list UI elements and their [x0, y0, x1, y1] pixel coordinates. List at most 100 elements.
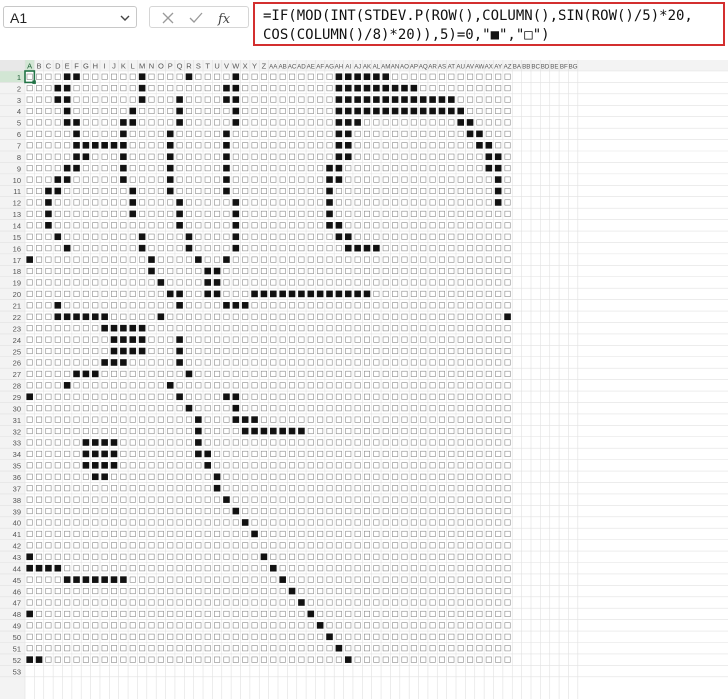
cell-empty-AA23[interactable]	[270, 325, 277, 332]
cell-empty-O40[interactable]	[157, 519, 164, 526]
cell-empty-AN15[interactable]	[392, 233, 399, 240]
cell-empty-L32[interactable]	[129, 428, 136, 435]
cell-empty-AY50[interactable]	[495, 633, 502, 640]
cell-empty-Y42[interactable]	[251, 542, 258, 549]
cell-empty-W36[interactable]	[232, 473, 239, 480]
cell-empty-AD45[interactable]	[298, 576, 305, 583]
cell-empty-AT37[interactable]	[448, 485, 455, 492]
cell-empty-AL32[interactable]	[373, 428, 380, 435]
cell-filled-AH3[interactable]	[335, 96, 343, 103]
cell-empty-AM45[interactable]	[382, 576, 389, 583]
cell-empty-L8[interactable]	[129, 153, 136, 160]
cell-empty-O34[interactable]	[157, 450, 164, 457]
cell-empty-AK18[interactable]	[364, 268, 371, 275]
cell-empty-AT14[interactable]	[448, 222, 455, 229]
cell-empty-AA25[interactable]	[270, 348, 277, 355]
cell-empty-AA31[interactable]	[270, 416, 277, 423]
cell-filled-G45[interactable]	[82, 576, 90, 583]
cell-empty-AD26[interactable]	[298, 359, 305, 366]
column-header[interactable]: AQ	[419, 64, 428, 71]
cell-empty-AN42[interactable]	[392, 542, 399, 549]
cell-empty-AX42[interactable]	[485, 542, 492, 549]
cell-empty-AW45[interactable]	[476, 576, 483, 583]
cell-empty-P27[interactable]	[167, 370, 174, 377]
cell-empty-AK36[interactable]	[364, 473, 371, 480]
cell-filled-E2[interactable]	[63, 84, 71, 92]
cell-empty-J44[interactable]	[111, 565, 118, 572]
cell-empty-AH41[interactable]	[335, 530, 342, 537]
cell-empty-AI35[interactable]	[345, 462, 352, 469]
cell-empty-AH33[interactable]	[335, 439, 342, 446]
cell-empty-AT21[interactable]	[448, 302, 455, 309]
cell-empty-AM7[interactable]	[382, 142, 389, 149]
cell-empty-F36[interactable]	[73, 473, 80, 480]
cell-filled-T19[interactable]	[204, 279, 212, 286]
cell-empty-D6[interactable]	[54, 130, 61, 137]
cell-empty-AC28[interactable]	[289, 382, 296, 389]
cell-empty-O44[interactable]	[157, 565, 164, 572]
cell-empty-AJ44[interactable]	[354, 565, 361, 572]
cell-empty-AV15[interactable]	[467, 233, 474, 240]
cell-empty-C25[interactable]	[45, 348, 52, 355]
cell-empty-B2[interactable]	[36, 85, 43, 92]
cell-empty-Y27[interactable]	[251, 370, 258, 377]
cell-empty-AB43[interactable]	[279, 553, 286, 560]
cell-empty-AJ6[interactable]	[354, 130, 361, 137]
cell-empty-AL42[interactable]	[373, 542, 380, 549]
cell-empty-AG38[interactable]	[326, 496, 333, 503]
cell-empty-AE35[interactable]	[307, 462, 314, 469]
cell-empty-E46[interactable]	[64, 588, 71, 595]
cell-empty-G31[interactable]	[82, 416, 89, 423]
cell-empty-AF35[interactable]	[317, 462, 324, 469]
cell-empty-D8[interactable]	[54, 153, 61, 160]
cell-filled-U37[interactable]	[213, 484, 221, 492]
cell-empty-N19[interactable]	[148, 279, 155, 286]
row-header[interactable]: 28	[13, 382, 21, 391]
cell-empty-AC5[interactable]	[289, 119, 296, 126]
cell-empty-O50[interactable]	[157, 633, 164, 640]
cell-empty-AM37[interactable]	[382, 485, 389, 492]
row-header[interactable]: 40	[13, 519, 21, 528]
cell-empty-U10[interactable]	[214, 176, 221, 183]
cell-empty-U41[interactable]	[214, 530, 221, 537]
cell-empty-G36[interactable]	[82, 473, 89, 480]
cell-empty-AC36[interactable]	[289, 473, 296, 480]
cell-empty-AS41[interactable]	[438, 530, 445, 537]
cell-empty-A49[interactable]	[26, 622, 33, 629]
cell-empty-O14[interactable]	[157, 222, 164, 229]
cell-empty-AT7[interactable]	[448, 142, 455, 149]
cell-empty-H37[interactable]	[92, 485, 99, 492]
cell-empty-R38[interactable]	[185, 496, 192, 503]
cell-empty-AO51[interactable]	[401, 645, 408, 652]
cell-empty-J43[interactable]	[111, 553, 118, 560]
cell-empty-Y33[interactable]	[251, 439, 258, 446]
cell-empty-AL44[interactable]	[373, 565, 380, 572]
cell-empty-AF43[interactable]	[317, 553, 324, 560]
cell-empty-AG24[interactable]	[326, 336, 333, 343]
cell-empty-AY34[interactable]	[495, 450, 502, 457]
cell-empty-AZ25[interactable]	[504, 348, 511, 355]
cell-empty-X51[interactable]	[242, 645, 249, 652]
cell-empty-D35[interactable]	[54, 462, 61, 469]
cell-empty-Q38[interactable]	[176, 496, 183, 503]
cell-empty-O8[interactable]	[157, 153, 164, 160]
cell-empty-A31[interactable]	[26, 416, 33, 423]
cell-empty-X36[interactable]	[242, 473, 249, 480]
cell-empty-AF24[interactable]	[317, 336, 324, 343]
cell-empty-W9[interactable]	[232, 165, 239, 172]
cell-empty-AN40[interactable]	[392, 519, 399, 526]
cell-filled-AB45[interactable]	[279, 576, 286, 583]
cell-empty-AW30[interactable]	[476, 405, 483, 412]
cell-filled-V17[interactable]	[223, 256, 230, 263]
cell-empty-AD34[interactable]	[298, 450, 305, 457]
cell-empty-AG46[interactable]	[326, 588, 333, 595]
cell-filled-H34[interactable]	[91, 450, 99, 458]
cell-filled-S33[interactable]	[195, 439, 202, 446]
cell-empty-P42[interactable]	[167, 542, 174, 549]
column-header[interactable]: BF	[560, 64, 568, 71]
cell-empty-Z5[interactable]	[260, 119, 267, 126]
cell-empty-AG27[interactable]	[326, 370, 333, 377]
cell-empty-X6[interactable]	[242, 130, 249, 137]
cell-filled-AK1[interactable]	[363, 73, 371, 81]
cell-empty-H39[interactable]	[92, 508, 99, 515]
